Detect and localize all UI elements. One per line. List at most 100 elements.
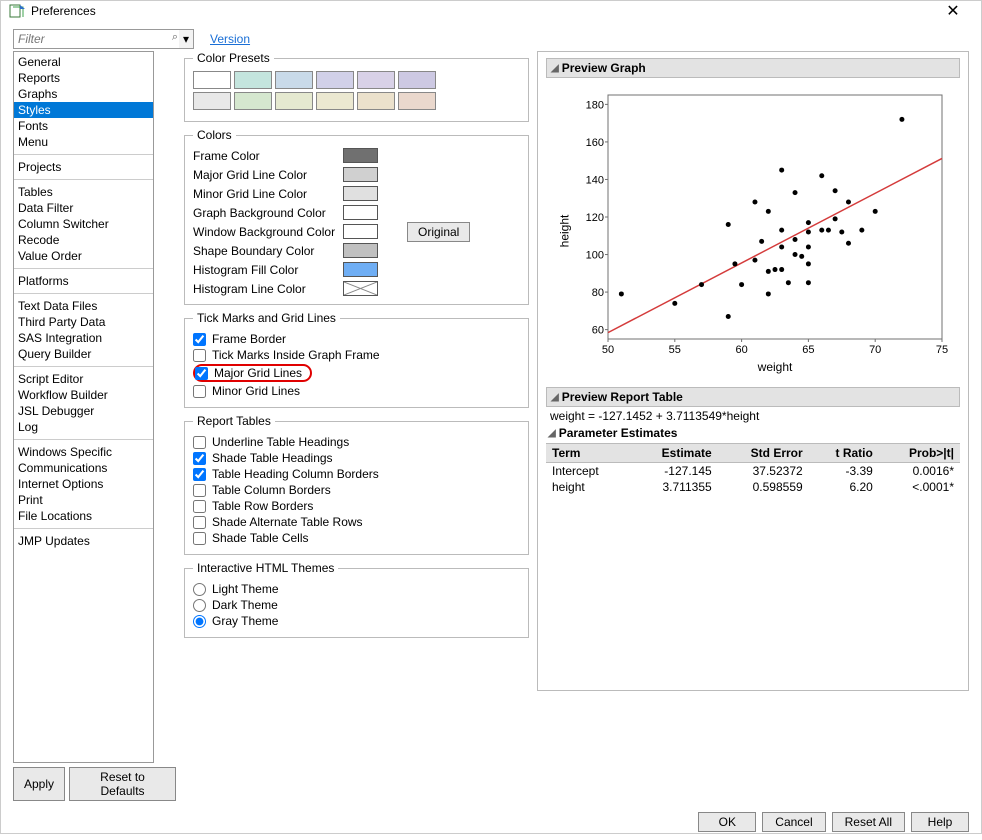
html-themes-fieldset: Interactive HTML Themes Light ThemeDark … xyxy=(184,561,529,638)
checkbox[interactable] xyxy=(193,484,206,497)
filter-wrap: ⌕ ▾ xyxy=(13,29,194,49)
preferences-window: Preferences ✕ ⌕ ▾ Version GeneralReports… xyxy=(0,0,982,834)
color-label: Window Background Color xyxy=(193,225,343,239)
preview-graph-title: Preview Graph xyxy=(562,61,646,75)
parameter-estimates-table: TermEstimateStd Errort RatioProb>|t|Inte… xyxy=(546,443,960,495)
checkbox[interactable] xyxy=(193,516,206,529)
preset-swatch[interactable] xyxy=(275,92,313,110)
checkbox[interactable] xyxy=(193,532,206,545)
window-title: Preferences xyxy=(31,4,933,18)
filter-dropdown[interactable]: ▾ xyxy=(179,29,194,49)
help-button[interactable]: Help xyxy=(911,812,969,832)
preset-swatch[interactable] xyxy=(357,92,395,110)
sidebar-item-data-filter[interactable]: Data Filter xyxy=(14,200,153,216)
filter-input[interactable] xyxy=(13,29,194,49)
apply-button[interactable]: Apply xyxy=(13,767,65,801)
sidebar-item-jsl-debugger[interactable]: JSL Debugger xyxy=(14,403,153,419)
color-swatch[interactable] xyxy=(343,148,378,163)
close-button[interactable]: ✕ xyxy=(933,1,973,21)
color-swatch[interactable] xyxy=(343,262,378,277)
color-swatch[interactable] xyxy=(343,224,378,239)
table-row: Intercept-127.14537.52372-3.390.0016* xyxy=(546,463,960,480)
sidebar-item-graphs[interactable]: Graphs xyxy=(14,86,153,102)
checkbox[interactable] xyxy=(193,333,206,346)
sidebar-item-sas-integration[interactable]: SAS Integration xyxy=(14,330,153,346)
sidebar-item-script-editor[interactable]: Script Editor xyxy=(14,371,153,387)
checkbox[interactable] xyxy=(193,349,206,362)
preset-swatch[interactable] xyxy=(234,71,272,89)
svg-text:160: 160 xyxy=(586,137,604,149)
sidebar-item-print[interactable]: Print xyxy=(14,492,153,508)
color-swatch[interactable] xyxy=(343,281,378,296)
sidebar-item-log[interactable]: Log xyxy=(14,419,153,435)
sidebar-item-recode[interactable]: Recode xyxy=(14,232,153,248)
sidebar-item-menu[interactable]: Menu xyxy=(14,134,153,150)
sidebar-item-projects[interactable]: Projects xyxy=(14,159,153,175)
preset-swatch[interactable] xyxy=(398,92,436,110)
sidebar-item-windows-specific[interactable]: Windows Specific xyxy=(14,444,153,460)
sidebar-item-fonts[interactable]: Fonts xyxy=(14,118,153,134)
svg-text:80: 80 xyxy=(592,287,604,299)
ticks-legend: Tick Marks and Grid Lines xyxy=(193,311,340,325)
color-swatch[interactable] xyxy=(343,167,378,182)
checkbox-label: Shade Table Cells xyxy=(212,531,309,545)
sidebar-item-tables[interactable]: Tables xyxy=(14,184,153,200)
table-header: t Ratio xyxy=(809,444,879,463)
sidebar-item-third-party-data[interactable]: Third Party Data xyxy=(14,314,153,330)
preset-swatch[interactable] xyxy=(398,71,436,89)
checkbox[interactable] xyxy=(193,468,206,481)
original-button[interactable]: Original xyxy=(407,222,470,242)
preset-swatch[interactable] xyxy=(193,71,231,89)
preview-graph-header[interactable]: ◢ Preview Graph xyxy=(546,58,960,78)
sidebar-item-text-data-files[interactable]: Text Data Files xyxy=(14,298,153,314)
preset-swatch[interactable] xyxy=(316,71,354,89)
sidebar-item-styles[interactable]: Styles xyxy=(14,102,153,118)
color-label: Major Grid Line Color xyxy=(193,168,343,182)
color-swatch[interactable] xyxy=(343,186,378,201)
sidebar-item-platforms[interactable]: Platforms xyxy=(14,273,153,289)
search-icon[interactable]: ⌕ xyxy=(172,31,178,44)
sidebar-item-reports[interactable]: Reports xyxy=(14,70,153,86)
sidebar-item-file-locations[interactable]: File Locations xyxy=(14,508,153,524)
version-link[interactable]: Version xyxy=(210,32,250,46)
checkbox[interactable] xyxy=(193,436,206,449)
sidebar-item-general[interactable]: General xyxy=(14,54,153,70)
preset-swatch[interactable] xyxy=(316,92,354,110)
colors-fieldset: Colors Frame ColorMajor Grid Line ColorM… xyxy=(184,128,529,305)
color-swatch[interactable] xyxy=(343,243,378,258)
theme-radio[interactable] xyxy=(193,615,206,628)
color-swatch[interactable] xyxy=(343,205,378,220)
sidebar-item-jmp-updates[interactable]: JMP Updates xyxy=(14,533,153,549)
svg-text:70: 70 xyxy=(869,344,881,356)
color-label: Graph Background Color xyxy=(193,206,343,220)
checkbox[interactable] xyxy=(193,385,206,398)
preset-swatch[interactable] xyxy=(234,92,272,110)
checkbox[interactable] xyxy=(193,452,206,465)
param-estimates-header[interactable]: ◢ Parameter Estimates xyxy=(546,425,960,441)
svg-text:100: 100 xyxy=(586,250,604,262)
sidebar-item-internet-options[interactable]: Internet Options xyxy=(14,476,153,492)
cancel-button[interactable]: Cancel xyxy=(762,812,825,832)
checkbox[interactable] xyxy=(195,367,208,380)
checkbox-label: Shade Table Headings xyxy=(212,451,333,465)
preview-report-header[interactable]: ◢ Preview Report Table xyxy=(546,387,960,407)
svg-text:weight: weight xyxy=(757,360,793,374)
sidebar-item-column-switcher[interactable]: Column Switcher xyxy=(14,216,153,232)
ok-button[interactable]: OK xyxy=(698,812,756,832)
svg-text:75: 75 xyxy=(936,344,948,356)
reset-all-button[interactable]: Reset All xyxy=(832,812,905,832)
preset-swatch[interactable] xyxy=(275,71,313,89)
checkbox[interactable] xyxy=(193,500,206,513)
theme-label: Gray Theme xyxy=(212,614,278,628)
sidebar-item-workflow-builder[interactable]: Workflow Builder xyxy=(14,387,153,403)
sidebar-item-value-order[interactable]: Value Order xyxy=(14,248,153,264)
category-sidebar[interactable]: GeneralReportsGraphsStylesFontsMenu Proje… xyxy=(13,51,154,763)
preset-swatch[interactable] xyxy=(193,92,231,110)
preview-column: ◢ Preview Graph height 60801001201401601… xyxy=(537,51,969,691)
preset-swatch[interactable] xyxy=(357,71,395,89)
sidebar-item-communications[interactable]: Communications xyxy=(14,460,153,476)
reset-defaults-button[interactable]: Reset to Defaults xyxy=(69,767,176,801)
theme-radio[interactable] xyxy=(193,599,206,612)
sidebar-item-query-builder[interactable]: Query Builder xyxy=(14,346,153,362)
theme-radio[interactable] xyxy=(193,583,206,596)
